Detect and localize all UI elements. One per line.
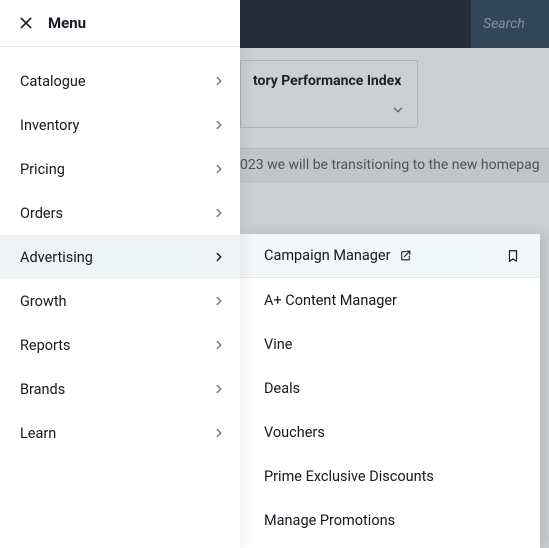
- submenu-item-label: Vouchers: [264, 424, 325, 441]
- submenu-item-aplus-content-manager[interactable]: A+ Content Manager: [240, 278, 540, 322]
- chevron-right-icon: [212, 74, 226, 88]
- submenu-item-label: Deals: [264, 380, 300, 397]
- submenu-item-label: Campaign Manager: [264, 247, 391, 264]
- menu-items: Catalogue Inventory Pricing Orders Adver…: [0, 47, 240, 455]
- sidebar-menu: Menu Catalogue Inventory Pricing Orders: [0, 0, 240, 548]
- menu-item-reports[interactable]: Reports: [0, 323, 240, 367]
- submenu-item-deals[interactable]: Deals: [240, 366, 540, 410]
- chevron-right-icon: [212, 294, 226, 308]
- bookmark-icon[interactable]: [506, 249, 520, 263]
- menu-item-inventory[interactable]: Inventory: [0, 103, 240, 147]
- submenu-item-campaign-manager[interactable]: Campaign Manager: [240, 234, 540, 278]
- menu-item-catalogue[interactable]: Catalogue: [0, 59, 240, 103]
- menu-item-label: Brands: [20, 381, 65, 398]
- external-link-icon: [399, 249, 412, 262]
- menu-item-orders[interactable]: Orders: [0, 191, 240, 235]
- chevron-right-icon: [212, 206, 226, 220]
- submenu-item-label: Manage Promotions: [264, 512, 395, 529]
- menu-item-label: Inventory: [20, 117, 79, 134]
- submenu-item-manage-promotions[interactable]: Manage Promotions: [240, 498, 540, 542]
- chevron-right-icon: [212, 338, 226, 352]
- menu-item-growth[interactable]: Growth: [0, 279, 240, 323]
- submenu-item-label: Prime Exclusive Discounts: [264, 468, 434, 485]
- close-icon[interactable]: [18, 15, 34, 31]
- submenu-item-label: A+ Content Manager: [264, 292, 397, 309]
- menu-item-label: Reports: [20, 337, 71, 354]
- menu-item-label: Orders: [20, 205, 63, 222]
- menu-item-advertising[interactable]: Advertising: [0, 235, 240, 279]
- menu-header: Menu: [0, 0, 240, 47]
- submenu-item-label: Vine: [264, 336, 292, 353]
- chevron-right-icon: [212, 162, 226, 176]
- menu-item-label: Catalogue: [20, 73, 86, 90]
- chevron-right-icon: [212, 426, 226, 440]
- menu-title: Menu: [48, 14, 86, 32]
- menu-item-pricing[interactable]: Pricing: [0, 147, 240, 191]
- menu-item-learn[interactable]: Learn: [0, 411, 240, 455]
- menu-item-label: Advertising: [20, 249, 93, 266]
- menu-item-label: Growth: [20, 293, 67, 310]
- submenu-item-vine[interactable]: Vine: [240, 322, 540, 366]
- menu-item-label: Pricing: [20, 161, 65, 178]
- submenu-advertising: Campaign Manager A+ Content Manager Vine…: [240, 234, 540, 548]
- menu-item-label: Learn: [20, 425, 56, 442]
- chevron-right-icon: [212, 118, 226, 132]
- submenu-item-prime-exclusive-discounts[interactable]: Prime Exclusive Discounts: [240, 454, 540, 498]
- menu-item-brands[interactable]: Brands: [0, 367, 240, 411]
- submenu-item-vouchers[interactable]: Vouchers: [240, 410, 540, 454]
- chevron-right-icon: [212, 250, 226, 264]
- chevron-right-icon: [212, 382, 226, 396]
